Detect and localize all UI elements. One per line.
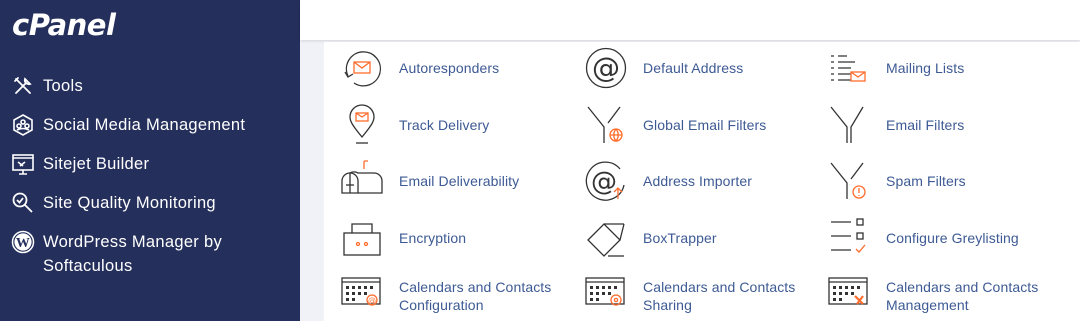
wordpress-icon: W [11,230,35,254]
email-filters-icon [827,103,871,147]
sidebar-item-label: Sitejet Builder [43,155,150,173]
svg-text:W: W [16,236,30,251]
global-email-filters-icon [584,103,628,147]
encryption-icon [340,216,384,260]
greylisting-icon [827,216,871,260]
site-quality-icon [11,191,35,215]
sidebar-item-label: Site Quality Monitoring [43,194,216,212]
autoresponders-label: Autoresponders [399,60,500,76]
cpanel-logo[interactable]: cPanel [12,8,116,42]
default-address-link[interactable]: @ Default Address [584,46,743,90]
configure-greylisting-label: Configure Greylisting [886,230,1019,246]
calendars-contacts-sharing-link[interactable]: Calendars and Contacts Sharing [584,274,795,318]
spam-filters-icon [827,159,871,203]
address-importer-icon: @ [584,159,628,203]
sidebar-item-tools[interactable]: Tools [0,74,93,98]
sidebar-item-label: Social Media Management [43,116,246,134]
svg-text:@: @ [592,51,620,84]
calendars-contacts-configuration-link[interactable]: @ Calendars and Contacts Configuration [340,274,551,318]
autoresponders-link[interactable]: Autoresponders [340,46,499,90]
encryption-label: Encryption [399,230,467,246]
calendars-contacts-sharing-label: Calendars and Contacts Sharing [643,279,796,313]
email-deliverability-label: Email Deliverability [399,173,520,189]
calendars-management-icon [827,274,871,318]
track-delivery-label: Track Delivery [399,117,490,133]
calendars-contacts-management-link[interactable]: Calendars and Contacts Management [827,274,1038,318]
calendars-contacts-configuration-label: Calendars and Contacts Configuration [399,279,552,313]
email-filters-label: Email Filters [886,117,965,133]
svg-text:@: @ [591,167,617,197]
sitejet-icon [11,152,35,176]
default-address-icon: @ [584,46,628,90]
email-deliverability-link[interactable]: Email Deliverability [340,159,519,203]
spam-filters-link[interactable]: Spam Filters [827,159,966,203]
sidebar-item-label: Tools [43,77,84,95]
email-filters-link[interactable]: Email Filters [827,103,964,147]
calendars-contacts-management-label: Calendars and Contacts Management [886,279,1039,313]
default-address-label: Default Address [643,60,744,76]
calendars-config-icon: @ [340,274,384,318]
tools-icon [11,74,35,98]
global-email-filters-link[interactable]: Global Email Filters [584,103,766,147]
address-importer-label: Address Importer [643,173,752,189]
global-email-filters-label: Global Email Filters [643,117,767,133]
boxtrapper-label: BoxTrapper [643,230,717,246]
sidebar: cPanel Tools Social Media Management Sit… [0,0,300,321]
sidebar-item-label: WordPress Manager by Softaculous [43,233,223,275]
mailing-lists-link[interactable]: Mailing Lists [827,46,964,90]
svg-text:@: @ [368,296,376,305]
sidebar-item-site-quality[interactable]: Site Quality Monitoring [0,191,226,215]
address-importer-link[interactable]: @ Address Importer [584,159,752,203]
spam-filters-label: Spam Filters [886,173,966,189]
autoresponders-icon [340,46,384,90]
social-media-icon [11,113,35,137]
sidebar-item-wordpress-manager[interactable]: W WordPress Manager by Softaculous [0,230,280,278]
email-deliverability-icon [340,159,384,203]
boxtrapper-icon [584,216,628,260]
boxtrapper-link[interactable]: BoxTrapper [584,216,717,260]
sidebar-item-social-media[interactable]: Social Media Management [0,113,255,137]
encryption-link[interactable]: Encryption [340,216,466,260]
configure-greylisting-link[interactable]: Configure Greylisting [827,216,1019,260]
mailing-lists-label: Mailing Lists [886,60,965,76]
track-delivery-link[interactable]: Track Delivery [340,103,489,147]
calendars-sharing-icon [584,274,628,318]
sidebar-item-sitejet[interactable]: Sitejet Builder [0,152,159,176]
track-delivery-icon [340,103,384,147]
top-bar [300,0,1080,40]
mailing-lists-icon [827,46,871,90]
